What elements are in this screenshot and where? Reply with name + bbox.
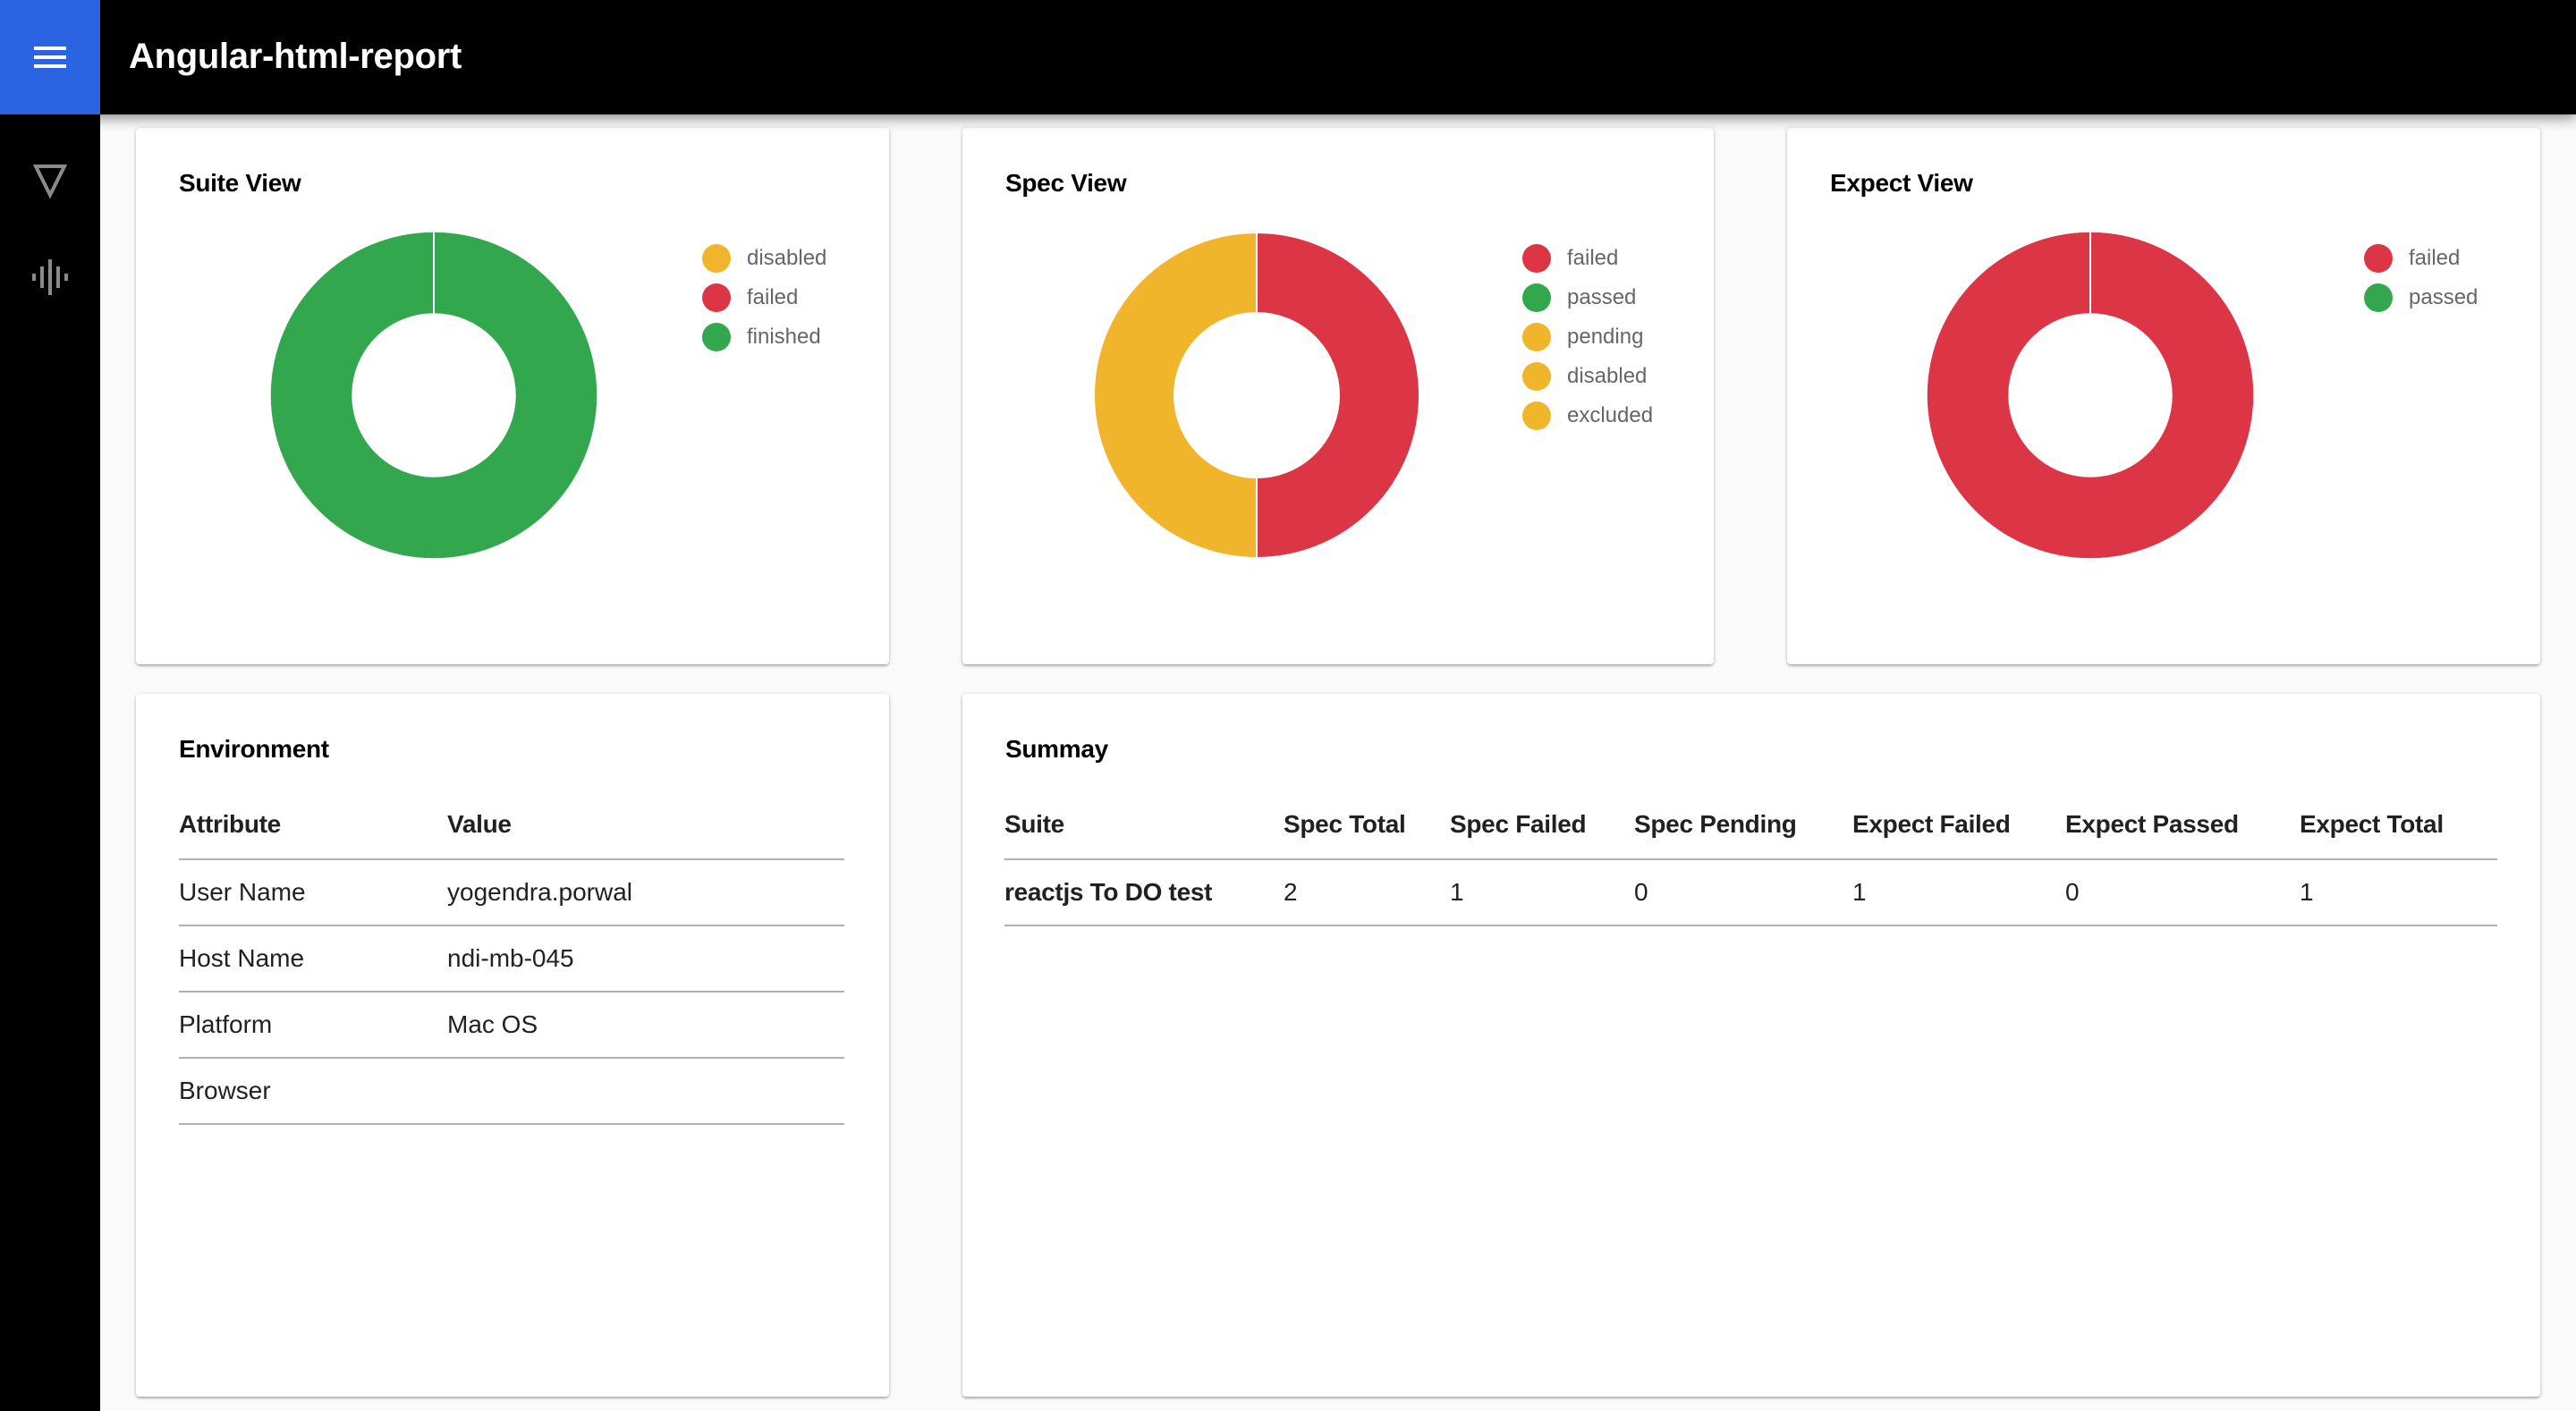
table-row: Platform Mac OS <box>179 992 844 1059</box>
spec-total-cell: 2 <box>1284 859 1450 926</box>
waveform-icon <box>32 259 68 295</box>
table-header-row: Suite Spec Total Spec Failed Spec Pendin… <box>1004 790 2497 860</box>
attribute-cell: Host Name <box>179 925 447 993</box>
legend-label: pending <box>1567 325 1644 349</box>
legend-item-failed[interactable]: failed <box>2364 239 2478 278</box>
summary-table: Suite Spec Total Spec Failed Spec Pendin… <box>1004 790 2497 926</box>
table-row: Browser <box>179 1058 844 1125</box>
suite-name-cell: reactjs To DO test <box>1004 859 1284 926</box>
suite-view-legend: disabled failed finished <box>702 239 826 357</box>
suite-view-card: Suite View disabled failed finished <box>136 128 889 664</box>
spec-view-legend: failed passed pending disabled excluded <box>1522 239 1653 435</box>
spec-failed-cell: 1 <box>1450 859 1634 926</box>
table-row: Host Name ndi-mb-045 <box>179 925 844 993</box>
legend-item-finished[interactable]: finished <box>702 317 826 357</box>
legend-swatch <box>702 283 731 312</box>
sidebar-item-filter[interactable] <box>29 157 72 200</box>
donut-slice-finished[interactable] <box>433 232 597 559</box>
expect-view-legend: failed passed <box>2364 239 2478 317</box>
legend-label: failed <box>747 285 799 309</box>
value-cell <box>447 1058 844 1125</box>
column-header: Expect Failed <box>1852 790 2065 860</box>
triangle-down-icon <box>32 165 68 199</box>
donut-slice-failed[interactable] <box>2089 232 2254 559</box>
card-title: Environment <box>179 735 329 763</box>
value-cell: Mac OS <box>447 992 844 1059</box>
value-cell: yogendra.porwal <box>447 859 844 926</box>
donut-slice-excluded[interactable] <box>1093 231 1258 560</box>
table-row: reactjs To DO test 2 1 0 1 0 1 <box>1004 859 2497 926</box>
legend-item-excluded[interactable]: excluded <box>1522 396 1653 435</box>
legend-label: passed <box>2409 285 2479 309</box>
donut-slice-failed[interactable] <box>1256 231 1420 560</box>
legend-item-failed[interactable]: failed <box>1522 239 1653 278</box>
expect-view-donut-chart[interactable] <box>1787 128 2540 664</box>
legend-label: failed <box>1567 246 1619 270</box>
column-header: Spec Total <box>1284 790 1450 860</box>
attribute-cell: User Name <box>179 859 447 926</box>
column-header: Value <box>447 790 844 860</box>
column-header: Expect Passed <box>2065 790 2300 860</box>
legend-swatch <box>2364 283 2393 312</box>
environment-card: Environment Attribute Value User Name yo… <box>136 694 889 1397</box>
legend-swatch <box>1522 283 1551 312</box>
legend-item-pending[interactable]: pending <box>1522 317 1653 357</box>
legend-swatch <box>1522 244 1551 273</box>
expect-failed-cell: 1 <box>1852 859 2065 926</box>
legend-label: excluded <box>1567 403 1654 427</box>
table-header-row: Attribute Value <box>179 790 844 860</box>
table-row: User Name yogendra.porwal <box>179 859 844 926</box>
expect-total-cell: 1 <box>2300 859 2497 926</box>
legend-label: disabled <box>1567 364 1648 388</box>
app-title: Angular-html-report <box>129 37 462 76</box>
legend-item-passed[interactable]: passed <box>1522 278 1653 317</box>
sidebar-item-activity[interactable] <box>29 256 72 299</box>
attribute-cell: Platform <box>179 992 447 1059</box>
spec-view-card: Spec View failed passed pending disabled exc… <box>962 128 1714 664</box>
column-header: Spec Pending <box>1634 790 1852 860</box>
legend-item-disabled[interactable]: disabled <box>1522 357 1653 396</box>
legend-swatch <box>1522 323 1551 351</box>
legend-label: failed <box>2409 246 2461 270</box>
column-header: Attribute <box>179 790 447 860</box>
top-app-bar: Angular-html-report <box>0 0 2576 114</box>
legend-item-disabled[interactable]: disabled <box>702 239 826 278</box>
legend-item-failed[interactable]: failed <box>702 278 826 317</box>
donut-slice-finished[interactable] <box>270 232 435 559</box>
summary-card: Summay Suite Spec Total Spec Failed Spec… <box>962 694 2540 1397</box>
environment-table: Attribute Value User Name yogendra.porwa… <box>179 790 844 1125</box>
legend-label: passed <box>1567 285 1637 309</box>
legend-swatch <box>2364 244 2393 273</box>
legend-label: finished <box>747 325 821 349</box>
suite-view-donut-chart[interactable] <box>136 128 889 664</box>
legend-swatch <box>1522 362 1551 391</box>
column-header: Suite <box>1004 790 1284 860</box>
card-title: Summay <box>1005 735 1108 763</box>
column-header: Expect Total <box>2300 790 2497 860</box>
expect-passed-cell: 0 <box>2065 859 2300 926</box>
expect-view-card: Expect View failed passed <box>1787 128 2540 664</box>
column-header: Spec Failed <box>1450 790 1634 860</box>
attribute-cell: Browser <box>179 1058 447 1125</box>
value-cell: ndi-mb-045 <box>447 925 844 993</box>
legend-swatch <box>1522 401 1551 430</box>
legend-label: disabled <box>747 246 827 270</box>
legend-item-passed[interactable]: passed <box>2364 278 2478 317</box>
legend-swatch <box>702 323 731 351</box>
menu-button[interactable] <box>0 0 100 114</box>
sidebar <box>0 114 100 1411</box>
legend-swatch <box>702 244 731 273</box>
spec-pending-cell: 0 <box>1634 859 1852 926</box>
donut-slice-failed[interactable] <box>1927 232 2091 559</box>
